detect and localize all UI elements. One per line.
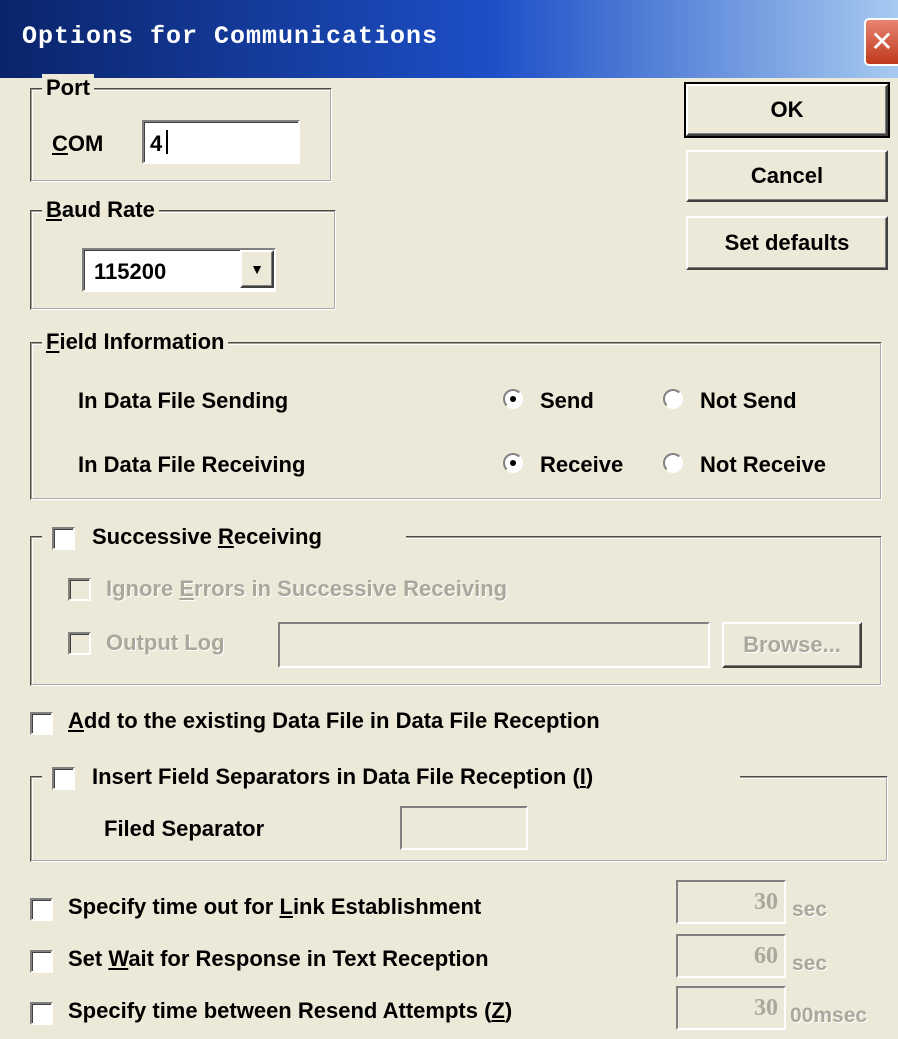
com-port-input[interactable]: 4 — [142, 120, 300, 164]
field-separator-label: Filed Separator — [104, 816, 265, 841]
wait-response-input[interactable]: 60 — [676, 934, 786, 978]
output-log-path-field[interactable] — [278, 622, 710, 668]
link-timeout-input[interactable]: 30 — [676, 880, 786, 924]
ok-button[interactable]: OK — [684, 82, 890, 138]
resend-unit: 00msec — [790, 1004, 868, 1027]
insert-separators-checkbox[interactable] — [52, 767, 75, 790]
set-defaults-button[interactable]: Set defaults — [686, 216, 888, 270]
dropdown-arrow-button[interactable]: ▼ — [240, 250, 274, 288]
resend-input[interactable]: 30 — [676, 986, 786, 1030]
add-existing-checkbox[interactable] — [30, 712, 53, 735]
output-log-checkbox[interactable] — [68, 632, 91, 655]
close-icon: ✕ — [870, 25, 894, 58]
successive-receiving-label[interactable]: Successive Receiving — [92, 524, 322, 550]
not-receive-label[interactable]: Not Receive — [700, 452, 826, 478]
sending-label: In Data File Sending — [78, 388, 289, 413]
not-send-radio[interactable] — [663, 389, 683, 409]
not-receive-radio[interactable] — [663, 453, 683, 473]
resend-checkbox[interactable] — [30, 1002, 53, 1025]
resend-label[interactable]: Specify time between Resend Attempts (Z) — [68, 998, 512, 1024]
baud-rate-label: Baud Rate — [42, 196, 159, 224]
browse-button[interactable]: Browse... — [722, 622, 862, 668]
add-existing-label[interactable]: Add to the existing Data File in Data Fi… — [68, 708, 600, 734]
not-send-label[interactable]: Not Send — [700, 388, 797, 414]
ignore-errors-label: Ignore Errors in Successive Receiving — [106, 576, 508, 601]
link-timeout-unit: sec — [792, 898, 828, 921]
chevron-down-icon: ▼ — [250, 261, 264, 277]
port-group-label: Port — [42, 74, 94, 102]
receive-label[interactable]: Receive — [540, 452, 623, 478]
receive-radio[interactable] — [503, 453, 523, 473]
close-button[interactable]: ✕ — [864, 18, 898, 66]
field-information-label: Field Information — [42, 328, 229, 356]
com-port-value: 4 — [150, 131, 163, 156]
wait-response-label[interactable]: Set Wait for Response in Text Reception — [68, 946, 489, 972]
send-radio[interactable] — [503, 389, 523, 409]
baud-rate-value: 115200 — [94, 259, 167, 284]
field-separator-input[interactable] — [400, 806, 528, 850]
successive-receiving-checkbox[interactable] — [52, 527, 75, 550]
com-label: COM — [52, 131, 104, 156]
send-label[interactable]: Send — [540, 388, 594, 414]
ignore-errors-checkbox[interactable] — [68, 578, 91, 601]
link-timeout-label[interactable]: Specify time out for Link Establishment — [68, 894, 481, 920]
baud-rate-select[interactable]: 115200 ▼ — [82, 248, 276, 292]
wait-response-checkbox[interactable] — [30, 950, 53, 973]
cancel-button[interactable]: Cancel — [686, 150, 888, 202]
window-title: Options for Communications — [22, 22, 439, 51]
link-timeout-checkbox[interactable] — [30, 898, 53, 921]
output-log-label: Output Log — [106, 630, 225, 655]
wait-response-unit: sec — [792, 952, 828, 975]
insert-separators-label[interactable]: Insert Field Separators in Data File Rec… — [92, 764, 593, 790]
receiving-label: In Data File Receiving — [78, 452, 306, 477]
